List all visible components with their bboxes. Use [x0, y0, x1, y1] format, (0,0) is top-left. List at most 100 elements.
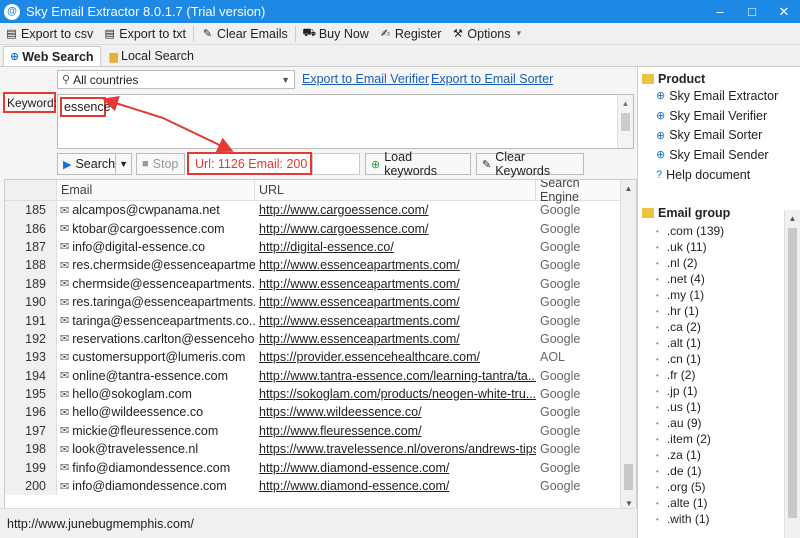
- url-cell[interactable]: http://www.fleuressence.com/: [255, 422, 536, 440]
- table-row[interactable]: 195 ✉ hello@sokoglam.com https://sokoglam.c…: [5, 384, 621, 404]
- scroll-thumb[interactable]: [624, 464, 633, 490]
- clear-keywords-button[interactable]: ✎ Clear Keywords: [476, 150, 584, 178]
- url-cell[interactable]: http://www.essenceapartments.com/: [255, 330, 536, 348]
- url-cell[interactable]: https://sokoglam.com/products/neogen-whi…: [255, 385, 536, 403]
- options-button[interactable]: ⚒ Options ▾: [446, 24, 526, 44]
- maximize-button[interactable]: □: [736, 0, 768, 23]
- table-row[interactable]: 196 ✉ hello@wildeessence.co https://www.wil…: [5, 403, 621, 422]
- url-cell[interactable]: https://www.wildeessence.co/: [255, 403, 536, 421]
- email-group-item[interactable]: • .de (1): [656, 463, 800, 479]
- table-row[interactable]: 197 ✉ mickie@fleuressence.com http://www.fl…: [5, 421, 621, 441]
- email-cell[interactable]: ✉ look@travelessence.nl: [57, 440, 255, 458]
- email-group-item[interactable]: • .jp (1): [656, 383, 800, 399]
- load-keywords-button[interactable]: ⊕ Load keywords: [365, 150, 471, 178]
- scroll-thumb[interactable]: [621, 113, 630, 131]
- column-header-email[interactable]: Email: [57, 180, 255, 200]
- email-group-item[interactable]: • .with (1): [656, 511, 800, 527]
- column-header-engine[interactable]: Search Engine: [536, 180, 621, 204]
- keyword-textarea[interactable]: essence ▲: [57, 94, 634, 149]
- table-row[interactable]: 194 ✉ online@tantra-essence.com http://www.…: [5, 366, 621, 385]
- email-group-item[interactable]: • .fr (2): [656, 367, 800, 383]
- email-group-item[interactable]: • .nl (2): [656, 255, 800, 271]
- email-cell[interactable]: ✉ mickie@fleuressence.com: [57, 422, 255, 440]
- chevron-down-icon[interactable]: ▼: [115, 154, 131, 174]
- table-row[interactable]: 189 ✉ chermside@essenceapartments.... http:…: [5, 274, 621, 293]
- product-item[interactable]: ⊕ Sky Email Extractor: [656, 86, 800, 106]
- export-txt-button[interactable]: ▤ Export to txt: [98, 24, 191, 44]
- email-group-item[interactable]: • .org (5): [656, 479, 800, 495]
- url-cell[interactable]: http://www.diamond-essence.com/: [255, 458, 536, 476]
- email-group-item[interactable]: • .ca (2): [656, 319, 800, 335]
- email-cell[interactable]: ✉ info@diamondessence.com: [57, 477, 255, 495]
- url-cell[interactable]: http://www.essenceapartments.com/: [255, 293, 536, 311]
- email-cell[interactable]: ✉ info@digital-essence.co: [57, 238, 255, 256]
- url-cell[interactable]: http://www.essenceapartments.com/: [255, 311, 536, 329]
- email-cell[interactable]: ✉ online@tantra-essence.com: [57, 367, 255, 385]
- email-group-item[interactable]: • .uk (11): [656, 239, 800, 255]
- table-row[interactable]: 191 ✉ taringa@essenceapartments.co... http:…: [5, 311, 621, 330]
- email-group-item[interactable]: • .alt (1): [656, 335, 800, 351]
- column-header-url[interactable]: URL: [255, 180, 536, 200]
- table-row[interactable]: 185 ✉ alcampos@cwpanama.net http://www.carg…: [5, 201, 621, 220]
- table-row[interactable]: 200 ✉ info@diamondessence.com http://www.di…: [5, 476, 621, 496]
- tab-local-search[interactable]: ▆ Local Search: [104, 46, 200, 66]
- close-button[interactable]: ✕: [768, 0, 800, 23]
- email-cell[interactable]: ✉ hello@sokoglam.com: [57, 385, 255, 403]
- email-group-item[interactable]: • .za (1): [656, 447, 800, 463]
- table-row[interactable]: 186 ✉ ktobar@cargoessence.com http://www.ca…: [5, 219, 621, 238]
- url-cell[interactable]: http://www.cargoessence.com/: [255, 219, 536, 237]
- register-button[interactable]: ✍ Register: [374, 24, 447, 44]
- email-group-item[interactable]: • .hr (1): [656, 303, 800, 319]
- buy-now-button[interactable]: ⛟ Buy Now: [298, 24, 374, 44]
- grid-scrollbar[interactable]: ▲ ▼: [620, 180, 636, 511]
- url-cell[interactable]: http://www.tantra-essence.com/learning-t…: [255, 367, 536, 385]
- clear-emails-button[interactable]: ✎ Clear Emails: [196, 24, 293, 44]
- email-cell[interactable]: ✉ chermside@essenceapartments....: [57, 275, 255, 293]
- product-item[interactable]: ⊕ Sky Email Sender: [656, 145, 800, 165]
- keyword-scrollbar[interactable]: ▲: [617, 95, 633, 148]
- table-row[interactable]: 199 ✉ finfo@diamondessence.com http://www.d…: [5, 458, 621, 477]
- url-cell[interactable]: https://www.travelessence.nl/overons/and…: [255, 440, 536, 458]
- url-cell[interactable]: https://provider.essencehealthcare.com/: [255, 348, 536, 366]
- product-item[interactable]: ⊕ Sky Email Verifier: [656, 106, 800, 126]
- url-cell[interactable]: http://www.diamond-essence.com/: [255, 477, 536, 495]
- table-row[interactable]: 192 ✉ reservations.carlton@essenceho... htt…: [5, 329, 621, 349]
- email-cell[interactable]: ✉ res.chermside@essenceapartme...: [57, 256, 255, 274]
- table-row[interactable]: 190 ✉ res.taringa@essenceapartments.... htt…: [5, 292, 621, 312]
- table-row[interactable]: 188 ✉ res.chermside@essenceapartme... http:…: [5, 256, 621, 275]
- table-row[interactable]: 198 ✉ look@travelessence.nl https://www.tra…: [5, 440, 621, 459]
- email-group-item[interactable]: • .item (2): [656, 431, 800, 447]
- email-cell[interactable]: ✉ taringa@essenceapartments.co...: [57, 311, 255, 329]
- scroll-up-icon[interactable]: ▲: [621, 180, 636, 196]
- email-group-item[interactable]: • .au (9): [656, 415, 800, 431]
- product-item[interactable]: ? Help document: [656, 165, 800, 185]
- product-item[interactable]: ⊕ Sky Email Sorter: [656, 125, 800, 145]
- export-csv-button[interactable]: ▤ Export to csv: [0, 24, 98, 44]
- email-group-item[interactable]: • .net (4): [656, 271, 800, 287]
- email-group-item[interactable]: • .my (1): [656, 287, 800, 303]
- scroll-up-icon[interactable]: ▲: [785, 210, 800, 226]
- email-cell[interactable]: ✉ ktobar@cargoessence.com: [57, 219, 255, 237]
- url-cell[interactable]: http://www.essenceapartments.com/: [255, 275, 536, 293]
- search-button[interactable]: ▶ Search ▼: [57, 153, 132, 175]
- tab-web-search[interactable]: ⊕ Web Search: [3, 46, 101, 66]
- table-row[interactable]: 187 ✉ info@digital-essence.co http://digita…: [5, 237, 621, 257]
- stop-button[interactable]: ■ Stop: [136, 153, 185, 175]
- email-group-item[interactable]: • .com (139): [656, 223, 800, 239]
- email-cell[interactable]: ✉ alcampos@cwpanama.net: [57, 201, 255, 219]
- export-verifier-link[interactable]: Export to Email Verifier: [302, 72, 429, 86]
- scroll-thumb[interactable]: [788, 228, 797, 518]
- email-cell[interactable]: ✉ finfo@diamondessence.com: [57, 458, 255, 476]
- email-cell[interactable]: ✉ hello@wildeessence.co: [57, 403, 255, 421]
- url-cell[interactable]: http://www.cargoessence.com/: [255, 201, 536, 219]
- country-select[interactable]: ⚲ All countries ▼: [57, 70, 295, 89]
- scroll-up-icon[interactable]: ▲: [618, 95, 633, 111]
- email-cell[interactable]: ✉ customersupport@lumeris.com: [57, 348, 255, 366]
- email-group-item[interactable]: • .us (1): [656, 399, 800, 415]
- email-cell[interactable]: ✉ reservations.carlton@essenceho...: [57, 330, 255, 348]
- url-cell[interactable]: http://www.essenceapartments.com/: [255, 256, 536, 274]
- export-sorter-link[interactable]: Export to Email Sorter: [431, 72, 553, 86]
- minimize-button[interactable]: –: [704, 0, 736, 23]
- email-group-item[interactable]: • .alte (1): [656, 495, 800, 511]
- email-group-item[interactable]: • .cn (1): [656, 351, 800, 367]
